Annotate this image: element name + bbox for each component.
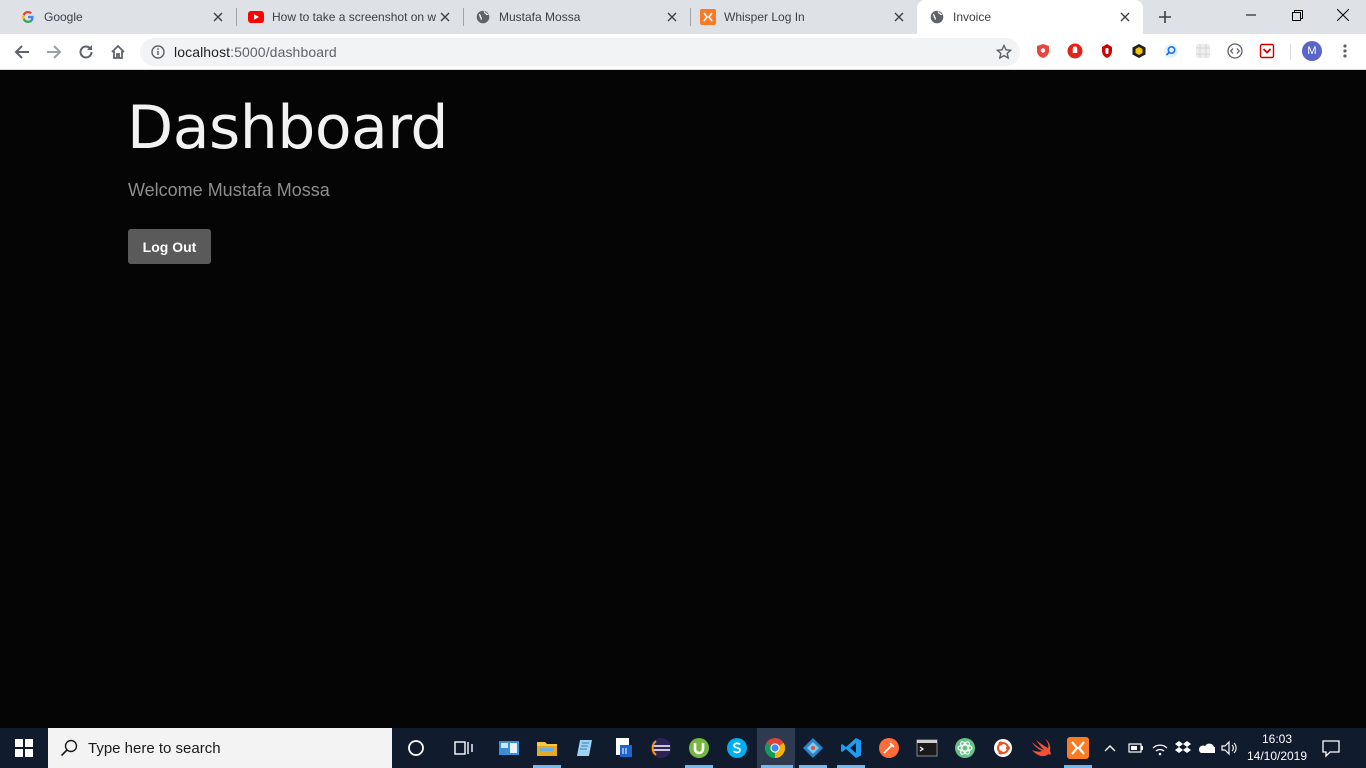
ublock-extension-icon[interactable] bbox=[1098, 42, 1116, 60]
notes-app-icon[interactable] bbox=[573, 736, 597, 760]
url-text: localhost:5000/dashboard bbox=[174, 44, 337, 60]
sourcetree-icon[interactable] bbox=[801, 736, 825, 760]
url-path: :5000/dashboard bbox=[230, 44, 337, 60]
log-out-button[interactable]: Log Out bbox=[128, 229, 211, 264]
new-tab-button[interactable] bbox=[1153, 5, 1177, 29]
onedrive-icon[interactable] bbox=[1197, 739, 1215, 757]
home-button[interactable] bbox=[104, 38, 132, 66]
minimize-icon bbox=[1246, 14, 1256, 16]
address-bar[interactable]: localhost:5000/dashboard bbox=[140, 38, 1020, 66]
tab-mustafa-mossa[interactable]: Mustafa Mossa bbox=[463, 0, 691, 34]
youtube-icon bbox=[248, 9, 264, 25]
terminal-icon[interactable] bbox=[915, 736, 939, 760]
battery-icon[interactable] bbox=[1126, 739, 1144, 757]
eclipse-icon[interactable] bbox=[649, 736, 673, 760]
arrow-right-icon bbox=[47, 45, 62, 59]
browser-toolbar: localhost:5000/dashboard M bbox=[0, 34, 1366, 70]
screen: Google How to take a screenshot on w Mus… bbox=[0, 0, 1366, 768]
tab-youtube[interactable]: How to take a screenshot on w bbox=[236, 0, 464, 34]
arrow-left-icon bbox=[14, 45, 29, 59]
close-window-button[interactable] bbox=[1320, 0, 1366, 30]
browser-tab-strip: Google How to take a screenshot on w Mus… bbox=[0, 0, 1366, 34]
tab-invoice[interactable]: Invoice bbox=[917, 0, 1143, 34]
search-extension-icon[interactable] bbox=[1162, 42, 1180, 60]
ubuntu-icon[interactable] bbox=[991, 736, 1015, 760]
info-icon[interactable] bbox=[150, 44, 166, 60]
menu-button[interactable] bbox=[1336, 42, 1354, 60]
chrome-icon[interactable] bbox=[763, 736, 787, 760]
swift-icon[interactable] bbox=[1029, 736, 1053, 760]
tab-whisper-log-in[interactable]: Whisper Log In bbox=[690, 0, 917, 34]
forward-button[interactable] bbox=[40, 38, 68, 66]
xampp-icon[interactable] bbox=[1066, 736, 1090, 760]
bookmark-star-icon[interactable] bbox=[996, 44, 1012, 60]
profile-avatar[interactable]: M bbox=[1302, 41, 1322, 61]
vscode-icon[interactable] bbox=[839, 736, 863, 760]
close-icon bbox=[1337, 9, 1349, 21]
close-tab-icon[interactable] bbox=[664, 9, 680, 25]
kebab-menu-icon bbox=[1343, 44, 1347, 58]
shield-extension-icon[interactable] bbox=[1034, 42, 1052, 60]
volume-icon[interactable] bbox=[1220, 739, 1238, 757]
plus-icon bbox=[1159, 11, 1171, 23]
dashboard-page: Dashboard Welcome Mustafa Mossa Log Out bbox=[0, 71, 1366, 728]
home-icon bbox=[111, 44, 125, 59]
notification-center-icon[interactable] bbox=[1320, 737, 1344, 761]
reload-icon bbox=[79, 45, 93, 59]
adblock-extension-icon[interactable] bbox=[1066, 42, 1084, 60]
postman-icon[interactable] bbox=[877, 736, 901, 760]
taskbar-search-box[interactable]: Type here to search bbox=[48, 728, 392, 768]
pocket-extension-icon[interactable] bbox=[1258, 42, 1276, 60]
utorrent-icon[interactable] bbox=[687, 736, 711, 760]
reload-button[interactable] bbox=[72, 38, 100, 66]
code-extension-icon[interactable] bbox=[1226, 42, 1244, 60]
dark-cube-extension-icon[interactable] bbox=[1130, 42, 1148, 60]
windows-logo-icon bbox=[15, 739, 33, 757]
back-button[interactable] bbox=[8, 38, 36, 66]
tab-title: How to take a screenshot on w bbox=[272, 10, 437, 24]
page-title: Dashboard bbox=[127, 93, 449, 163]
search-icon bbox=[60, 739, 78, 757]
minimize-button[interactable] bbox=[1228, 0, 1274, 30]
globe-icon bbox=[475, 9, 491, 25]
welcome-message: Welcome Mustafa Mossa bbox=[128, 180, 330, 200]
close-tab-icon[interactable] bbox=[1117, 9, 1133, 25]
tab-title: Invoice bbox=[953, 10, 992, 24]
file-explorer-icon[interactable] bbox=[535, 736, 559, 760]
xampp-icon bbox=[700, 9, 716, 25]
clock-date: 14/10/2019 bbox=[1246, 749, 1308, 763]
wifi-icon[interactable] bbox=[1151, 739, 1169, 757]
task-view-icon[interactable] bbox=[452, 736, 476, 760]
tab-google[interactable]: Google bbox=[0, 0, 237, 34]
profile-initial: M bbox=[1307, 45, 1317, 57]
tab-title: Mustafa Mossa bbox=[499, 10, 581, 24]
tab-title: Whisper Log In bbox=[724, 10, 805, 24]
grid-extension-icon[interactable] bbox=[1194, 42, 1212, 60]
document-app-icon[interactable] bbox=[611, 736, 635, 760]
restore-button[interactable] bbox=[1274, 0, 1320, 30]
url-host: localhost bbox=[174, 44, 231, 60]
system-clock[interactable]: 16:03 14/10/2019 bbox=[1244, 731, 1310, 765]
google-icon bbox=[20, 9, 36, 25]
tab-title: Google bbox=[44, 10, 83, 24]
skype-icon[interactable] bbox=[725, 736, 749, 760]
start-button[interactable] bbox=[0, 728, 48, 768]
close-tab-icon[interactable] bbox=[437, 9, 453, 25]
chevron-up-icon[interactable] bbox=[1101, 739, 1119, 757]
toolbar-divider bbox=[1290, 44, 1291, 60]
dropbox-icon[interactable] bbox=[1174, 739, 1192, 757]
control-panel-icon[interactable] bbox=[497, 736, 521, 760]
globe-icon bbox=[929, 9, 945, 25]
close-tab-icon[interactable] bbox=[210, 9, 226, 25]
windows-taskbar: Type here to search 16:03 14/10/2019 bbox=[0, 728, 1366, 768]
close-tab-icon[interactable] bbox=[891, 9, 907, 25]
cortana-icon[interactable] bbox=[404, 736, 428, 760]
search-placeholder: Type here to search bbox=[88, 739, 221, 757]
clock-time: 16:03 bbox=[1261, 732, 1293, 746]
restore-icon bbox=[1291, 9, 1303, 21]
atom-icon[interactable] bbox=[953, 736, 977, 760]
